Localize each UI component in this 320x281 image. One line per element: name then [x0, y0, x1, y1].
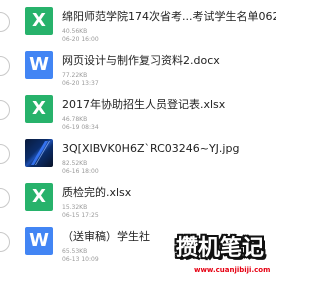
excel-file-icon: X: [25, 183, 53, 211]
icon-letter: X: [32, 10, 46, 31]
site-watermark: 攒机笔记 www.cuanjibiji.com: [162, 234, 278, 281]
file-size: 15.32KB: [62, 204, 88, 211]
file-date: 06-15 17:25: [62, 212, 99, 219]
file-size: 82.52KB: [62, 160, 88, 167]
list-item[interactable]: X 质检完的.xlsx 15.32KB 06-15 17:25: [0, 176, 278, 220]
file-size: 77.22KB: [62, 72, 88, 79]
file-date: 06-13 10:09: [62, 256, 99, 263]
watermark-url: www.cuanjibiji.com: [194, 266, 271, 274]
file-size: 40.56KB: [62, 28, 88, 35]
file-date: 06-16 18:00: [62, 168, 99, 175]
excel-file-icon: X: [25, 7, 53, 35]
select-radio[interactable]: [0, 100, 10, 120]
file-name: 2017年协助招生人员登记表.xlsx: [62, 98, 226, 111]
icon-letter: X: [32, 186, 46, 207]
image-thumbnail-icon: [25, 139, 53, 167]
file-date: 06-20 13:37: [62, 80, 99, 87]
excel-file-icon: X: [25, 95, 53, 123]
select-radio[interactable]: [0, 188, 10, 208]
file-name: 质检完的.xlsx: [62, 186, 132, 199]
list-item[interactable]: X 2017年协助招生人员登记表.xlsx 46.78KB 06-19 08:3…: [0, 88, 278, 132]
watermark-title: 攒机笔记: [176, 236, 265, 261]
image-thumbnail-art: [31, 141, 50, 165]
file-date: 06-20 16:00: [62, 36, 99, 43]
file-size: 65.53KB: [62, 248, 88, 255]
icon-letter: W: [29, 54, 49, 75]
select-radio[interactable]: [0, 144, 10, 164]
icon-letter: W: [29, 230, 49, 251]
file-name: 绵阳师范学院174次省考...考试学生名单0620.xls: [62, 10, 276, 23]
list-item[interactable]: 3Q[XIBVK0H6Z`RC03246~YJ.jpg 82.52KB 06-1…: [0, 132, 278, 176]
file-date: 06-19 08:34: [62, 124, 99, 131]
list-item[interactable]: X 绵阳师范学院174次省考...考试学生名单0620.xls 40.56KB …: [0, 0, 278, 44]
select-radio[interactable]: [0, 232, 10, 252]
select-radio[interactable]: [0, 56, 10, 76]
icon-letter: X: [32, 98, 46, 119]
list-item[interactable]: W 网页设计与制作复习资料2.docx 77.22KB 06-20 13:37: [0, 44, 278, 88]
word-file-icon: W: [25, 227, 53, 255]
file-name: 3Q[XIBVK0H6Z`RC03246~YJ.jpg: [62, 142, 240, 155]
select-radio[interactable]: [0, 12, 10, 32]
word-file-icon: W: [25, 51, 53, 79]
file-name: 网页设计与制作复习资料2.docx: [62, 54, 220, 67]
file-size: 46.78KB: [62, 116, 88, 123]
